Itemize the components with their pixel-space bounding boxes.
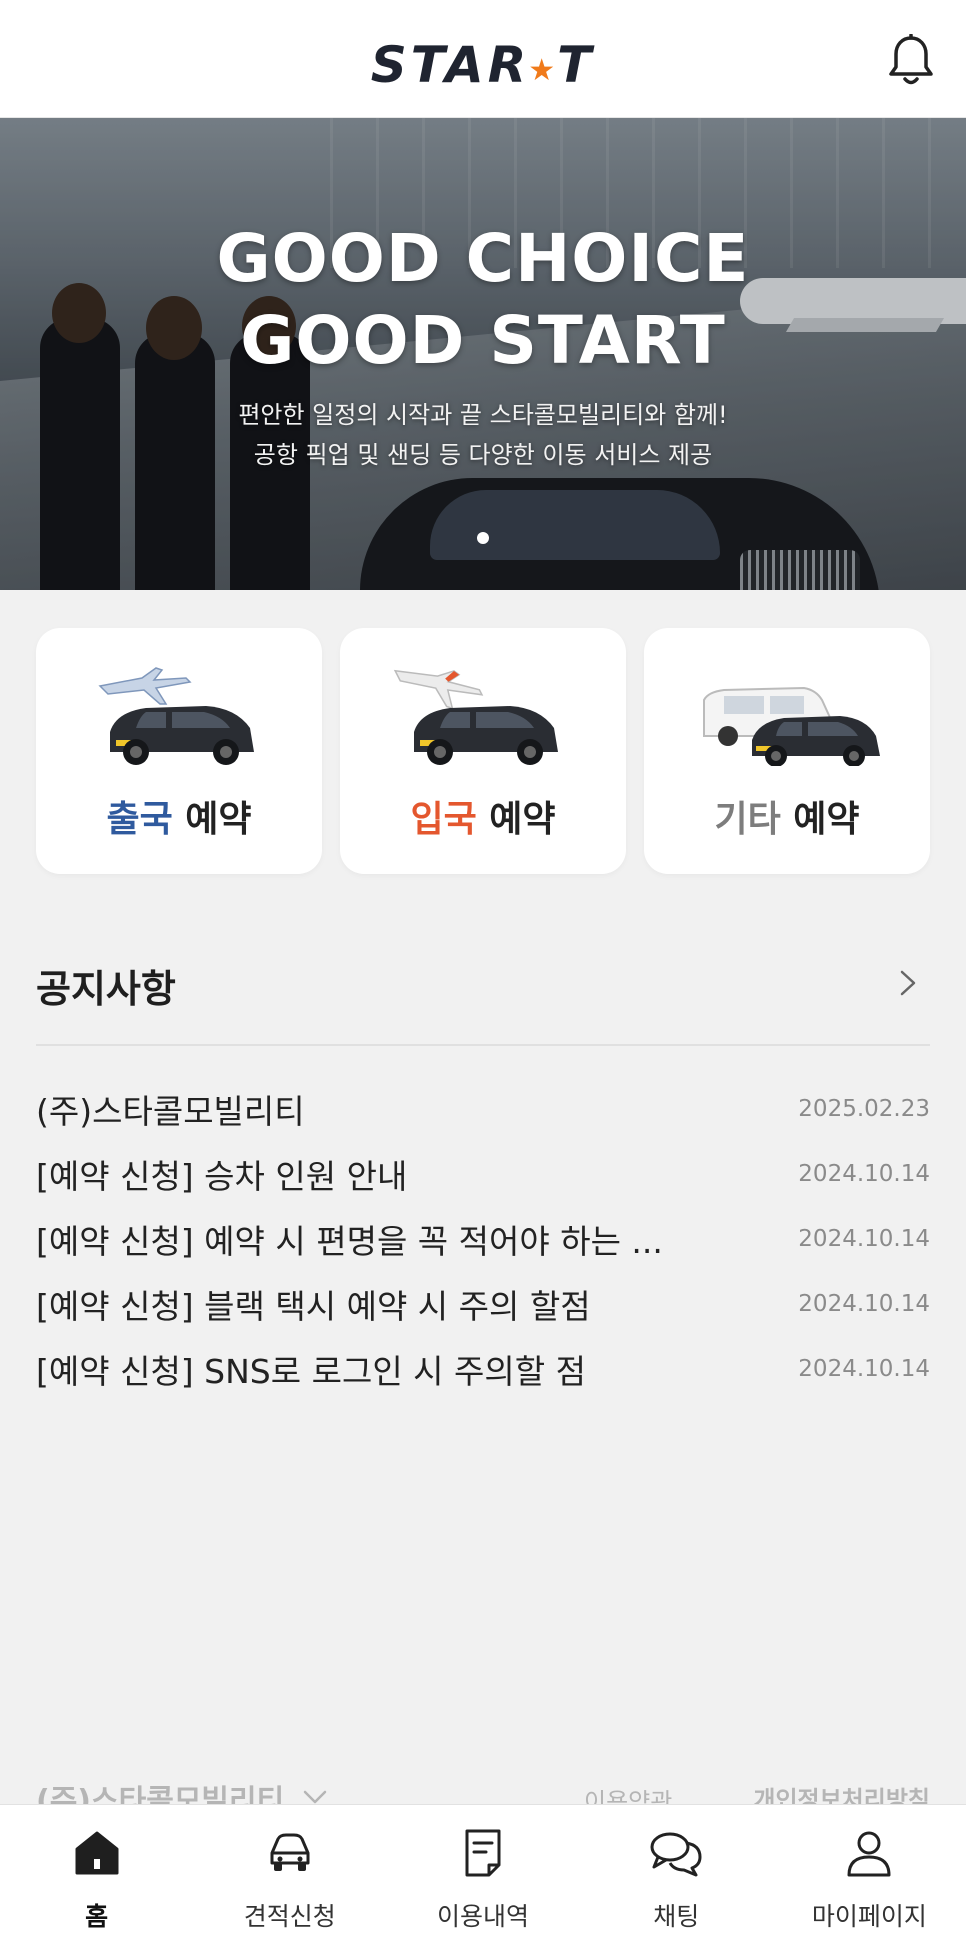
notice-item-title: (주)스타콜모빌리티	[36, 1091, 305, 1131]
bottom-nav: 홈 견적신청 이용내역 채팅 마이페이지	[0, 1804, 966, 1950]
home-icon	[75, 1831, 119, 1875]
notice-header[interactable]: 공지사항	[36, 958, 930, 1014]
notice-item-title: [예약 신청] 예약 시 편명을 꼭 적어야 하는 ...	[36, 1221, 663, 1261]
car-icon	[270, 1833, 310, 1871]
hero-subtitle-line2: 공항 픽업 및 샌딩 등 다양한 이동 서비스 제공	[253, 441, 713, 469]
chevron-right-icon[interactable]	[896, 968, 920, 998]
notice-item-date: 2024.10.14	[798, 1290, 930, 1317]
carousel-indicator-dot[interactable]	[477, 532, 489, 544]
nav-label-history: 이용내역	[437, 1902, 530, 1931]
other-reservation-card[interactable]: 기타 예약	[644, 628, 930, 874]
document-icon	[465, 1829, 501, 1877]
notice-item-date: 2024.10.14	[798, 1355, 930, 1382]
nav-item-mypage[interactable]: 마이페이지	[773, 1805, 966, 1950]
notice-item[interactable]: (주)스타콜모빌리티 2025.02.23	[36, 1076, 930, 1141]
departure-reservation-card[interactable]: 출국 예약	[36, 628, 322, 874]
notice-item[interactable]: [예약 신청] SNS로 로그인 시 주의할 점 2024.10.14	[36, 1336, 930, 1401]
nav-label-mypage: 마이페이지	[811, 1902, 927, 1931]
notice-item[interactable]: [예약 신청] 블랙 택시 예약 시 주의 할점 2024.10.14	[36, 1271, 930, 1336]
hero-banner[interactable]: GOOD CHOICE GOOD START 편안한 일정의 시작과 끝 스타콜…	[0, 118, 966, 590]
notice-item-title: [예약 신청] 블랙 택시 예약 시 주의 할점	[36, 1286, 591, 1326]
chat-icon	[650, 1832, 702, 1877]
notice-section-title: 공지사항	[36, 967, 176, 1011]
other-vehicles-icon	[703, 686, 880, 766]
bell-icon[interactable]	[886, 34, 936, 88]
app-logo[interactable]: STAR★T	[0, 36, 966, 94]
nav-item-home[interactable]: 홈	[0, 1805, 193, 1950]
hero-title-line2: GOOD START	[240, 302, 726, 379]
departure-car-icon	[98, 667, 254, 765]
other-reservation-label: 기타 예약	[714, 799, 860, 840]
notice-item-title: [예약 신청] SNS로 로그인 시 주의할 점	[36, 1351, 586, 1391]
notice-item[interactable]: [예약 신청] 승차 인원 안내 2024.10.14	[36, 1141, 930, 1206]
logo-star-icon: ★	[528, 53, 560, 88]
nav-label-quote: 견적신청	[243, 1902, 336, 1931]
nav-item-quote[interactable]: 견적신청	[193, 1805, 386, 1950]
arrival-reservation-label: 입국 예약	[410, 799, 556, 840]
notice-item-date: 2024.10.14	[798, 1225, 930, 1252]
nav-item-chat[interactable]: 채팅	[580, 1805, 773, 1950]
notice-item-date: 2025.02.23	[798, 1095, 930, 1122]
arrival-reservation-card[interactable]: 입국 예약	[340, 628, 626, 874]
app-header: STAR★T	[0, 0, 966, 118]
departure-reservation-label: 출국 예약	[106, 799, 252, 840]
notice-item-date: 2024.10.14	[798, 1160, 930, 1187]
user-icon	[847, 1831, 891, 1877]
notice-list: (주)스타콜모빌리티 2025.02.23 [예약 신청] 승차 인원 안내 2…	[36, 1076, 930, 1401]
arrival-car-icon	[393, 669, 558, 765]
nav-label-home: 홈	[85, 1902, 109, 1931]
notice-item-title: [예약 신청] 승차 인원 안내	[36, 1156, 408, 1196]
notice-item[interactable]: [예약 신청] 예약 시 편명을 꼭 적어야 하는 ... 2024.10.14	[36, 1206, 930, 1271]
notice-divider	[36, 1044, 930, 1046]
hero-subtitle-line1: 편안한 일정의 시작과 끝 스타콜모빌리티와 함께!	[238, 401, 728, 429]
nav-item-history[interactable]: 이용내역	[386, 1805, 579, 1950]
nav-label-chat: 채팅	[653, 1902, 700, 1931]
hero-title-line1: GOOD CHOICE	[216, 220, 750, 297]
reservation-cards: 출국 예약 입국 예약 기타 예약	[36, 628, 930, 874]
